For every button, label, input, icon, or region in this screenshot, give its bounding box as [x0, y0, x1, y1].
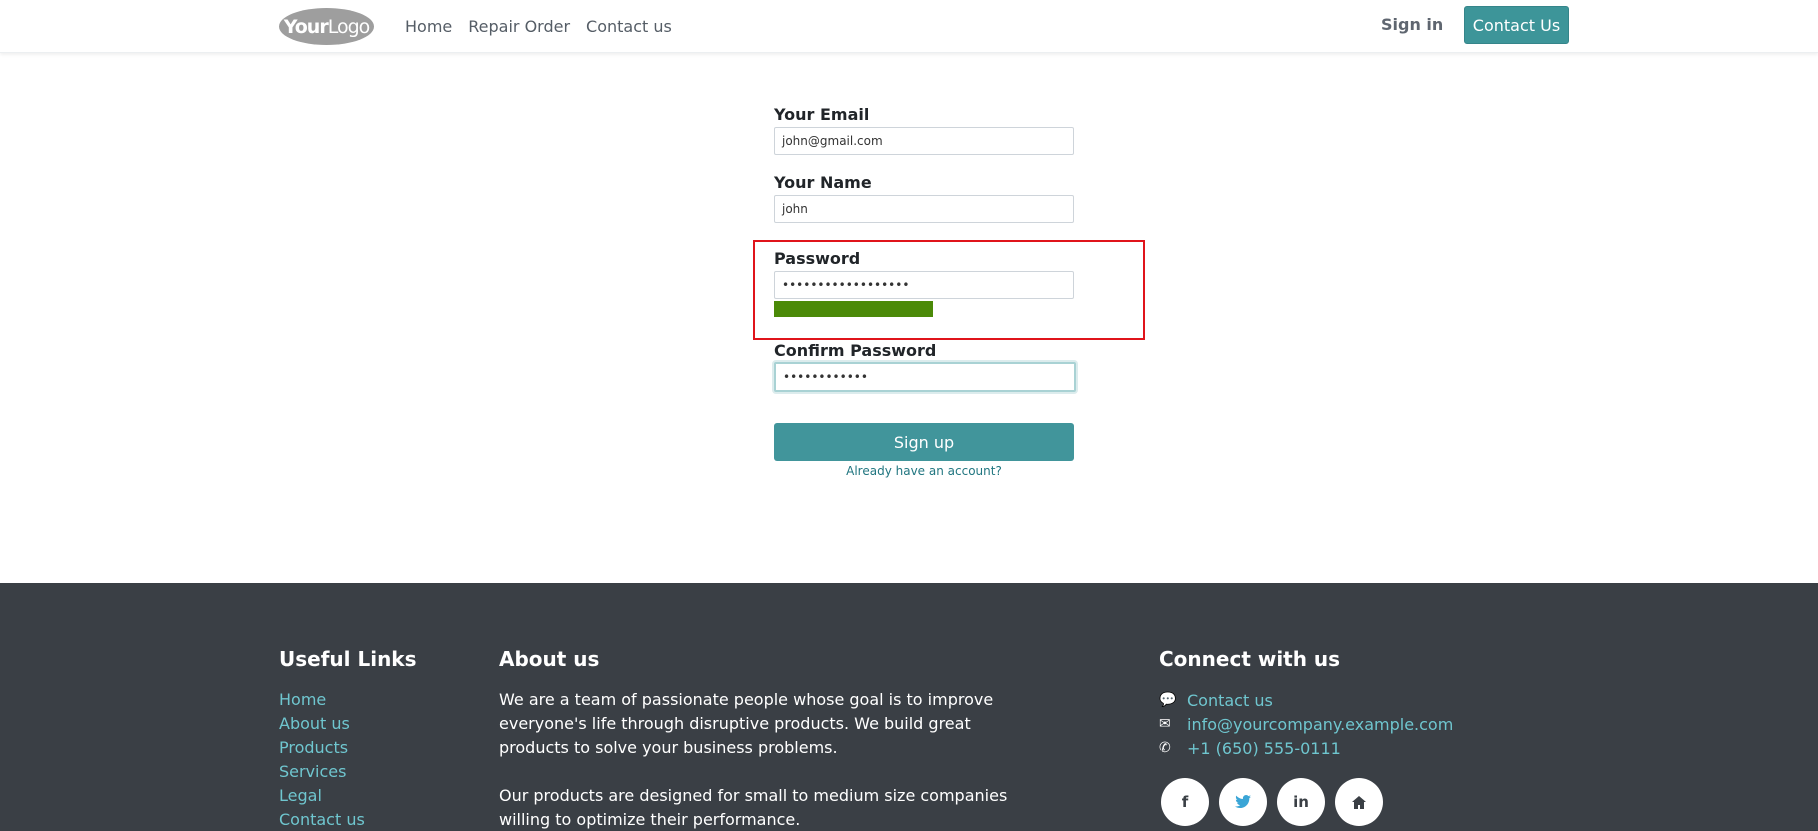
company-logo[interactable]: Your Logo	[279, 8, 374, 45]
password-field[interactable]: ••••••••••••••••••	[774, 271, 1074, 299]
name-field[interactable]: john	[774, 195, 1074, 223]
main-nav: Home Repair Order Contact us	[405, 0, 688, 53]
twitter-icon[interactable]	[1219, 778, 1267, 826]
nav-contact-us[interactable]: Contact us	[586, 17, 672, 36]
footer-link-products[interactable]: Products	[279, 736, 365, 760]
connect-list: 💬 Contact us ✉ info@yourcompany.example.…	[1159, 688, 1453, 760]
sign-in-link[interactable]: Sign in	[1381, 15, 1443, 34]
facebook-icon[interactable]: f	[1161, 778, 1209, 826]
connect-contact-row[interactable]: 💬 Contact us	[1159, 688, 1453, 712]
name-label: Your Name	[774, 173, 872, 192]
useful-links-list: Home About us Products Services Legal Co…	[279, 688, 365, 831]
social-links: f in	[1161, 778, 1393, 826]
about-paragraph-2: Our products are designed for small to m…	[499, 786, 1008, 829]
nav-home[interactable]: Home	[405, 17, 452, 36]
footer: Useful Links Home About us Products Serv…	[0, 583, 1818, 831]
nav-repair-order[interactable]: Repair Order	[468, 17, 570, 36]
envelope-icon: ✉	[1159, 716, 1171, 732]
home-icon[interactable]	[1335, 778, 1383, 826]
already-have-account-link[interactable]: Already have an account?	[774, 464, 1074, 478]
email-field[interactable]: john@gmail.com	[774, 127, 1074, 155]
password-label: Password	[774, 249, 861, 268]
sign-up-button[interactable]: Sign up	[774, 423, 1074, 461]
about-us-title: About us	[499, 647, 600, 671]
linkedin-icon[interactable]: in	[1277, 778, 1325, 826]
footer-link-services[interactable]: Services	[279, 760, 365, 784]
confirm-password-label: Confirm Password	[774, 341, 937, 360]
footer-link-contact[interactable]: Contact us	[279, 808, 365, 831]
useful-links-title: Useful Links	[279, 647, 417, 671]
confirm-password-field[interactable]: ••••••••••••	[774, 362, 1076, 392]
phone-icon: ✆	[1159, 740, 1171, 756]
about-paragraph-1: We are a team of passionate people whose…	[499, 690, 994, 757]
contact-us-button[interactable]: Contact Us	[1464, 6, 1569, 44]
email-label: Your Email	[774, 105, 870, 124]
comment-icon: 💬	[1159, 692, 1177, 708]
footer-link-about[interactable]: About us	[279, 712, 365, 736]
footer-link-legal[interactable]: Legal	[279, 784, 365, 808]
password-strength-meter	[774, 301, 933, 317]
footer-link-home[interactable]: Home	[279, 688, 365, 712]
about-us-text: We are a team of passionate people whose…	[499, 688, 1029, 831]
connect-phone-row[interactable]: ✆ +1 (650) 555-0111	[1159, 736, 1453, 760]
top-navbar: Your Logo Home Repair Order Contact us Si…	[0, 0, 1818, 53]
connect-email-row[interactable]: ✉ info@yourcompany.example.com	[1159, 712, 1453, 736]
connect-title: Connect with us	[1159, 647, 1341, 671]
